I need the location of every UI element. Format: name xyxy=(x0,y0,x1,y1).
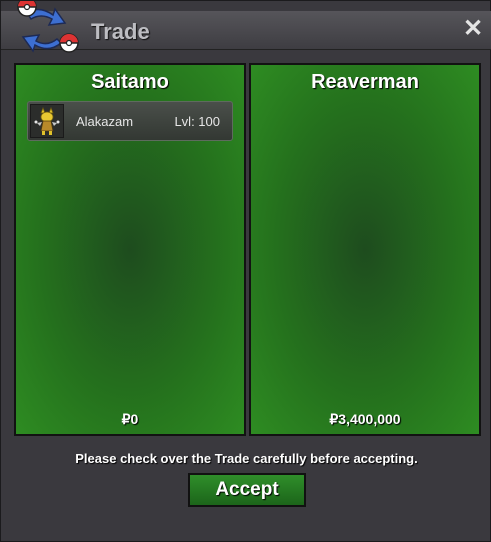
item-level: Lvl: 100 xyxy=(174,114,220,129)
left-trade-panel: Saitamo Alakazam Lvl: 100 ₽0 xyxy=(14,63,246,436)
right-trader-name: Reaverman xyxy=(311,71,419,93)
trade-notice: Please check over the Trade carefully be… xyxy=(75,451,418,466)
trade-item-row[interactable]: Alakazam Lvl: 100 xyxy=(27,101,233,141)
left-trader-name: Saitamo xyxy=(91,71,169,93)
window-title: Trade xyxy=(91,19,150,44)
left-money-amount: ₽0 xyxy=(121,411,139,427)
trade-window: Trade ✕ Saitamo Alakazam Lvl: 100 ₽0 Rea… xyxy=(0,0,491,542)
trade-arrows-pokeball-icon xyxy=(17,1,79,53)
item-name: Alakazam xyxy=(76,114,134,129)
right-money-amount: ₽3,400,000 xyxy=(329,411,401,427)
right-trade-panel: Reaverman ₽3,400,000 xyxy=(249,63,481,436)
accept-button[interactable]: Accept xyxy=(188,473,306,507)
alakazam-sprite-icon xyxy=(30,104,64,138)
close-icon[interactable]: ✕ xyxy=(462,17,484,41)
